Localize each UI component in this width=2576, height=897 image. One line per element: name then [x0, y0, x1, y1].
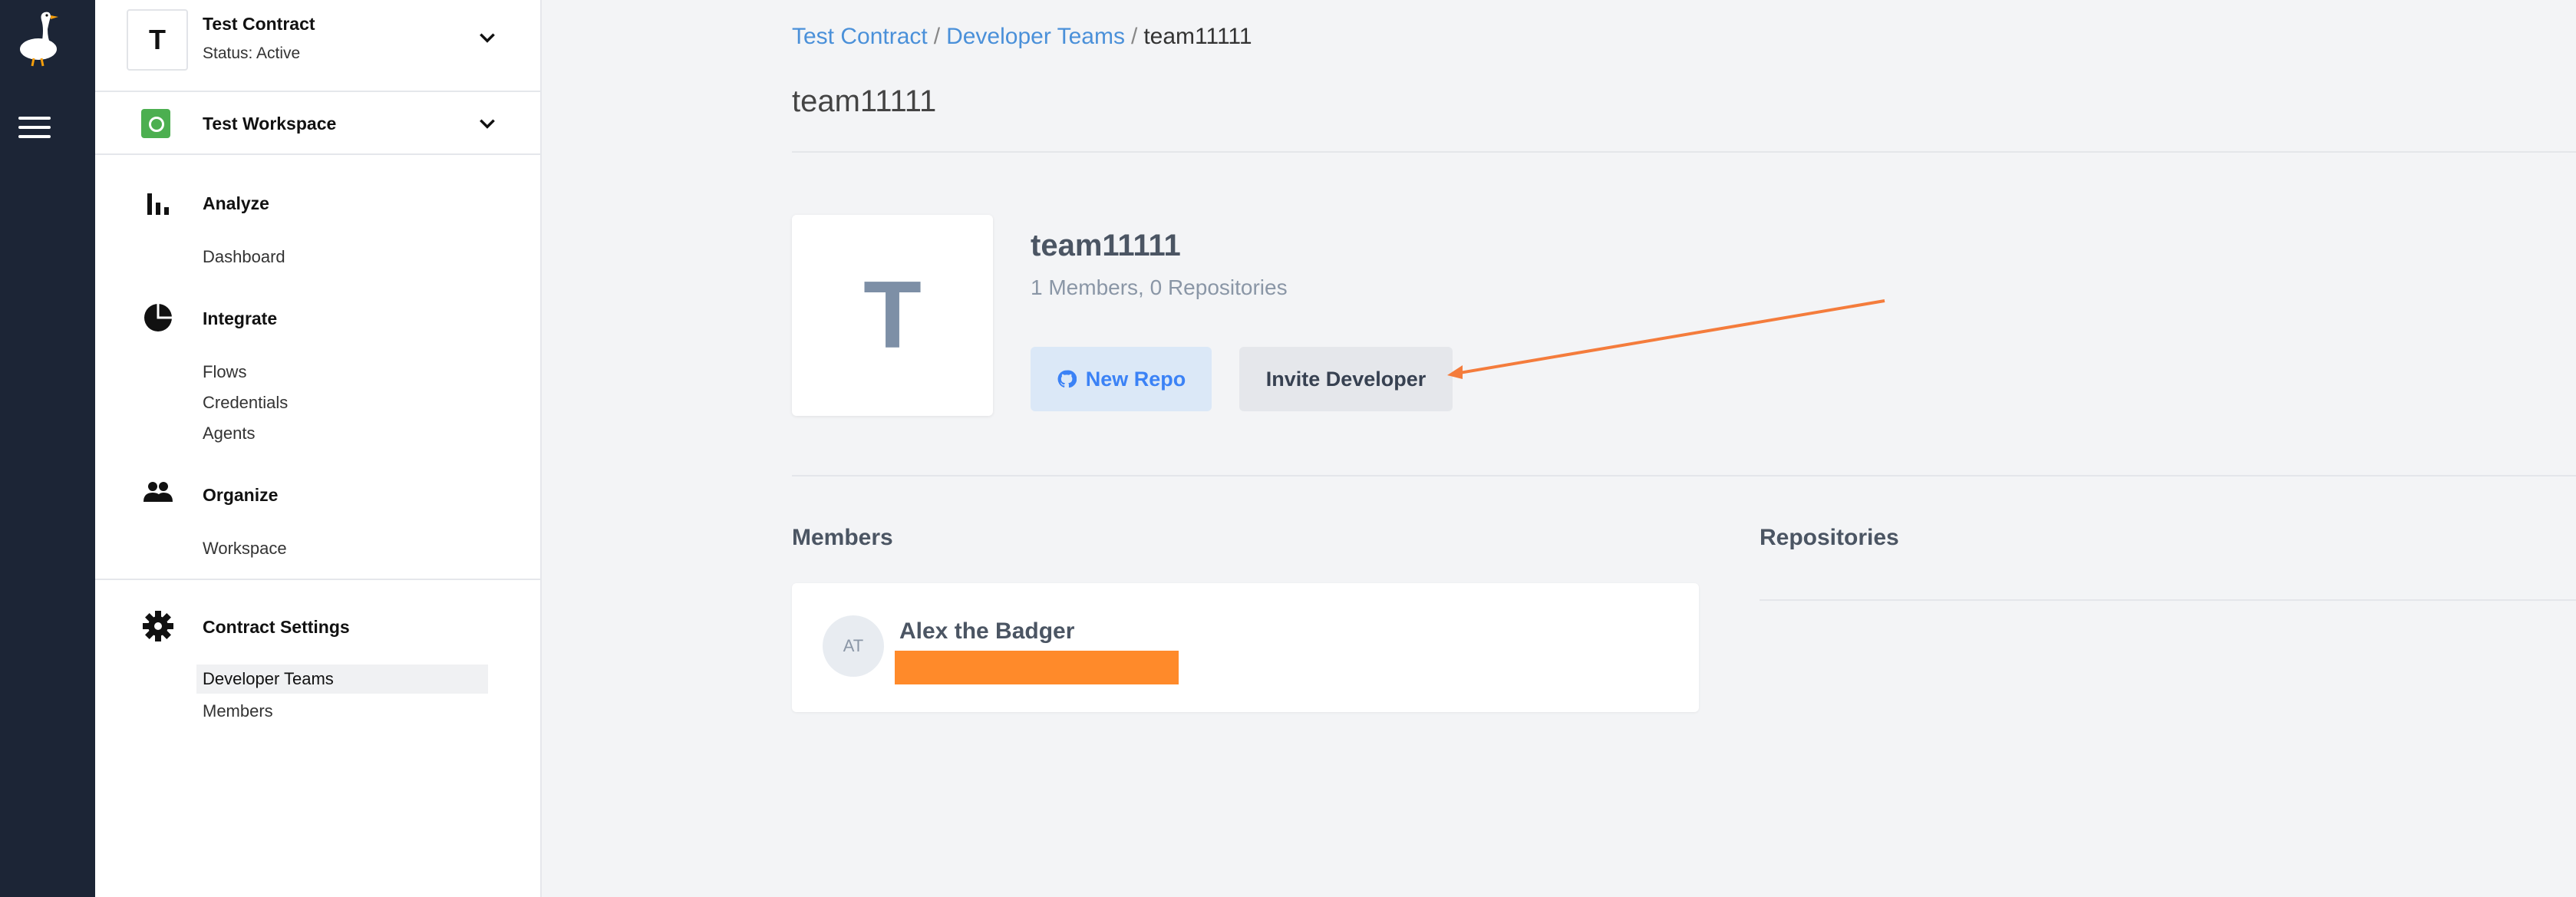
- breadcrumb-current: team11111: [1143, 24, 1252, 49]
- avatar: AT: [823, 615, 884, 677]
- github-icon: [1057, 370, 1077, 388]
- sidebar-item-dashboard[interactable]: Dashboard: [203, 247, 285, 267]
- page-title: team11111: [792, 84, 937, 118]
- contract-name: Test Contract: [203, 14, 315, 34]
- breadcrumb: Test Contract / Developer Teams / team11111: [792, 24, 1252, 50]
- workspace-name: Test Workspace: [203, 114, 337, 134]
- pie-chart-icon: [144, 304, 172, 331]
- workspace-icon: [141, 109, 170, 138]
- hamburger-menu-icon[interactable]: [18, 117, 51, 141]
- chevron-down-icon[interactable]: [477, 114, 497, 134]
- repositories-divider: [1760, 599, 2576, 601]
- team-name: team11111: [1031, 229, 1181, 262]
- redacted-email-block: [895, 651, 1179, 684]
- people-icon: [143, 482, 173, 502]
- annotation-arrow-icon: [1447, 299, 1885, 379]
- repositories-heading: Repositories: [1760, 525, 1899, 550]
- sidebar: T Test Contract Status: Active Test Work…: [95, 0, 542, 897]
- member-card[interactable]: AT Alex the Badger: [792, 583, 1699, 712]
- sidebar-item-agents[interactable]: Agents: [203, 424, 256, 444]
- team-avatar: T: [792, 215, 993, 416]
- contract-avatar: T: [127, 9, 188, 71]
- sidebar-item-workspace[interactable]: Workspace: [203, 539, 287, 559]
- section-divider: [792, 475, 2576, 477]
- section-title-integrate: Integrate: [203, 308, 278, 328]
- sidebar-divider: [95, 579, 540, 580]
- member-name: Alex the Badger: [899, 618, 1075, 644]
- members-heading: Members: [792, 525, 893, 550]
- sidebar-item-members[interactable]: Members: [203, 701, 273, 721]
- breadcrumb-separator: /: [1130, 24, 1138, 49]
- contract-selector[interactable]: T Test Contract Status: Active: [95, 0, 540, 92]
- header-divider: [792, 151, 2576, 153]
- chevron-down-icon[interactable]: [477, 28, 497, 48]
- invite-developer-button[interactable]: Invite Developer: [1239, 347, 1453, 411]
- app-rail: [0, 0, 95, 897]
- contract-status: Status: Active: [203, 45, 301, 62]
- workspace-selector[interactable]: Test Workspace: [95, 92, 540, 155]
- gear-icon: [143, 611, 173, 641]
- team-stats: 1 Members, 0 Repositories: [1031, 275, 1288, 299]
- breadcrumb-separator: /: [933, 24, 941, 49]
- sidebar-item-developer-teams[interactable]: Developer Teams: [196, 665, 488, 694]
- sidebar-item-credentials[interactable]: Credentials: [203, 393, 288, 413]
- bar-chart-icon: [147, 193, 169, 215]
- section-title-analyze: Analyze: [203, 193, 269, 213]
- sidebar-item-flows[interactable]: Flows: [203, 362, 246, 382]
- goose-logo-icon[interactable]: [11, 6, 64, 68]
- new-repo-label: New Repo: [1085, 367, 1186, 391]
- breadcrumb-contract-link[interactable]: Test Contract: [792, 24, 928, 49]
- section-title-contract-settings: Contract Settings: [203, 617, 350, 637]
- new-repo-button[interactable]: New Repo: [1031, 347, 1212, 411]
- breadcrumb-teams-link[interactable]: Developer Teams: [946, 24, 1125, 49]
- section-title-organize: Organize: [203, 485, 279, 505]
